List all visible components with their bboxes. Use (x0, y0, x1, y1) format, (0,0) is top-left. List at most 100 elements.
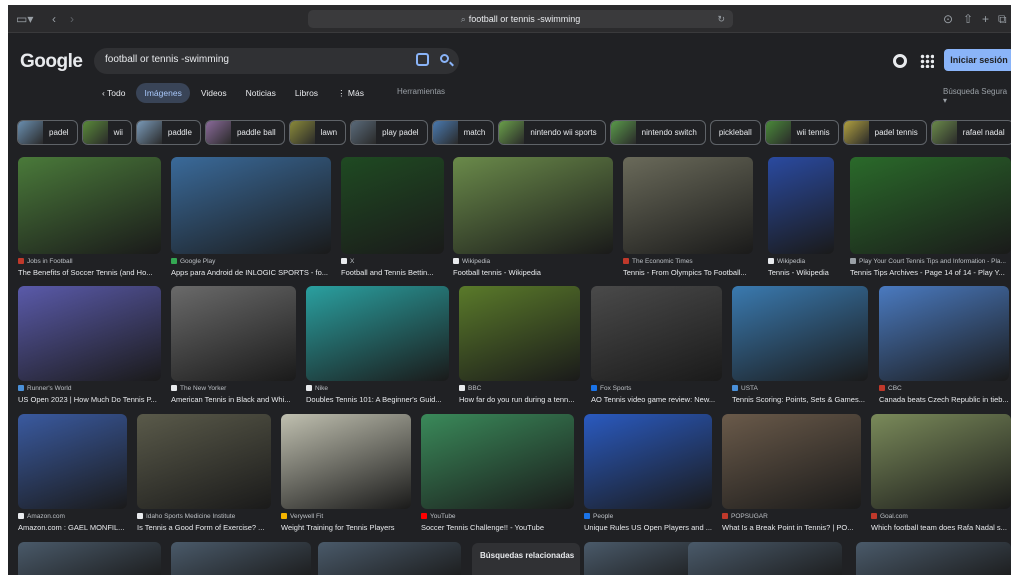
chip-6[interactable]: match (431, 120, 495, 145)
result-thumbnail[interactable] (18, 542, 161, 575)
result-source[interactable]: Wikipedia (768, 258, 834, 265)
result-thumbnail[interactable] (623, 157, 753, 254)
result-source[interactable]: Amazon.com (18, 513, 127, 520)
result-title[interactable]: AO Tennis video game review: New... (591, 395, 722, 404)
chip-5[interactable]: play padel (350, 120, 428, 145)
result-thumbnail[interactable] (18, 157, 161, 254)
result-title[interactable]: Is Tennis a Good Form of Exercise? ... (137, 523, 271, 532)
result-title[interactable]: Weight Training for Tennis Players (281, 523, 411, 532)
chip-3[interactable]: paddle ball (204, 120, 285, 145)
back-icon[interactable]: ‹ (52, 12, 56, 26)
result-title[interactable]: Tennis - Wikipedia (768, 268, 834, 277)
result-thumbnail[interactable] (768, 157, 834, 254)
result-thumbnail[interactable] (171, 286, 296, 381)
tab-books[interactable]: Libros (287, 83, 326, 103)
result-thumbnail[interactable] (871, 414, 1011, 509)
result-thumbnail[interactable] (584, 414, 712, 509)
signin-button[interactable]: Iniciar sesión (944, 49, 1011, 71)
chip-12[interactable]: rafael nadal (930, 120, 1011, 145)
result-source[interactable]: Wikipedia (453, 258, 613, 265)
result-source[interactable]: Goal.com (871, 513, 1011, 520)
result-source[interactable]: CBC (879, 385, 1009, 392)
result-thumbnail[interactable] (850, 157, 1011, 254)
forward-icon[interactable]: › (70, 12, 74, 26)
result-title[interactable]: What Is a Break Point in Tennis? | PO... (722, 523, 861, 532)
result-source[interactable]: Nike (306, 385, 449, 392)
result-title[interactable]: Doubles Tennis 101: A Beginner's Guid... (306, 395, 449, 404)
tab-all[interactable]: ‹ Todo (94, 83, 133, 103)
result-title[interactable]: Which football team does Rafa Nadal s... (871, 523, 1011, 532)
result-thumbnail[interactable] (856, 542, 1011, 575)
result-source[interactable]: Fox Sports (591, 385, 722, 392)
result-title[interactable]: The Benefits of Soccer Tennis (and Ho... (18, 268, 161, 277)
search-input[interactable]: football or tennis -swimming (105, 54, 229, 65)
result-title[interactable]: Apps para Android de INLOGIC SPORTS - fo… (171, 268, 331, 277)
chip-4[interactable]: lawn (288, 120, 347, 145)
download-icon[interactable]: ⊙ (943, 12, 953, 26)
result-thumbnail[interactable] (688, 542, 842, 575)
result-source[interactable]: BBC (459, 385, 580, 392)
chip-7[interactable]: nintendo wii sports (498, 120, 606, 145)
tools-button[interactable]: Herramientas (397, 87, 445, 96)
google-logo[interactable]: Google (20, 51, 83, 73)
reload-icon[interactable]: ↻ (717, 10, 725, 28)
result-title[interactable]: How far do you run during a tenn... (459, 395, 580, 404)
address-bar[interactable]: ⌕ football or tennis -swimming ↻ (308, 10, 733, 28)
safesearch-dropdown[interactable]: Búsqueda Segura ▾ (943, 87, 1011, 105)
result-source[interactable]: Google Play (171, 258, 331, 265)
new-tab-icon[interactable]: + (982, 12, 989, 26)
result-thumbnail[interactable] (879, 286, 1009, 381)
chip-0[interactable]: padel (17, 120, 78, 145)
result-source[interactable]: The Economic Times (623, 258, 753, 265)
search-box[interactable]: football or tennis -swimming (94, 48, 459, 74)
chip-1[interactable]: wii (81, 120, 132, 145)
tab-videos[interactable]: Videos (193, 83, 235, 103)
result-source[interactable]: Play Your Court Tennis Tips and Informat… (850, 258, 1011, 265)
settings-gear-icon[interactable] (893, 54, 907, 68)
result-source[interactable]: Jobs in Football (18, 258, 161, 265)
result-title[interactable]: Unique Rules US Open Players and ... (584, 523, 712, 532)
result-thumbnail[interactable] (171, 542, 311, 575)
related-searches-card[interactable]: Búsquedas relacionadas (472, 543, 580, 575)
apps-grid-icon[interactable] (920, 54, 934, 68)
result-source[interactable]: POPSUGAR (722, 513, 861, 520)
result-source[interactable]: Runner's World (18, 385, 161, 392)
result-thumbnail[interactable] (18, 286, 161, 381)
result-thumbnail[interactable] (421, 414, 574, 509)
result-title[interactable]: American Tennis in Black and Whi... (171, 395, 296, 404)
result-thumbnail[interactable] (281, 414, 411, 509)
result-thumbnail[interactable] (722, 414, 861, 509)
result-thumbnail[interactable] (453, 157, 613, 254)
result-source[interactable]: USTA (732, 385, 868, 392)
tab-news[interactable]: Noticias (238, 83, 284, 103)
sidebar-toggle-icon[interactable]: ▭▾ (16, 12, 33, 26)
result-thumbnail[interactable] (171, 157, 331, 254)
chip-2[interactable]: paddle (135, 120, 201, 145)
result-thumbnail[interactable] (591, 286, 722, 381)
chip-9[interactable]: pickleball (709, 120, 761, 145)
result-thumbnail[interactable] (732, 286, 868, 381)
result-source[interactable]: YouTube (421, 513, 574, 520)
result-title[interactable]: Amazon.com : GAEL MONFIL... (18, 523, 127, 532)
result-source[interactable]: Verywell Fit (281, 513, 411, 520)
result-thumbnail[interactable] (318, 542, 461, 575)
result-thumbnail[interactable] (137, 414, 271, 509)
chip-8[interactable]: nintendo switch (609, 120, 706, 145)
result-thumbnail[interactable] (18, 414, 127, 509)
result-title[interactable]: Soccer Tennis Challenge!! - YouTube (421, 523, 574, 532)
tab-more[interactable]: ⋮ Más (329, 83, 372, 103)
search-icon[interactable] (440, 54, 449, 63)
result-source[interactable]: Idaho Sports Medicine Institute (137, 513, 271, 520)
result-title[interactable]: US Open 2023 | How Much Do Tennis P... (18, 395, 161, 404)
result-source[interactable]: The New Yorker (171, 385, 296, 392)
result-title[interactable]: Football tennis - Wikipedia (453, 268, 613, 277)
result-source[interactable]: People (584, 513, 712, 520)
result-title[interactable]: Tennis - From Olympics To Football... (623, 268, 753, 277)
google-lens-icon[interactable] (416, 53, 429, 66)
chip-10[interactable]: wii tennis (764, 120, 839, 145)
result-thumbnail[interactable] (459, 286, 580, 381)
result-title[interactable]: Football and Tennis Bettin... (341, 268, 444, 277)
result-title[interactable]: Tennis Tips Archives - Page 14 of 14 - P… (850, 268, 1011, 277)
chip-11[interactable]: padel tennis (842, 120, 927, 145)
result-thumbnail[interactable] (306, 286, 449, 381)
